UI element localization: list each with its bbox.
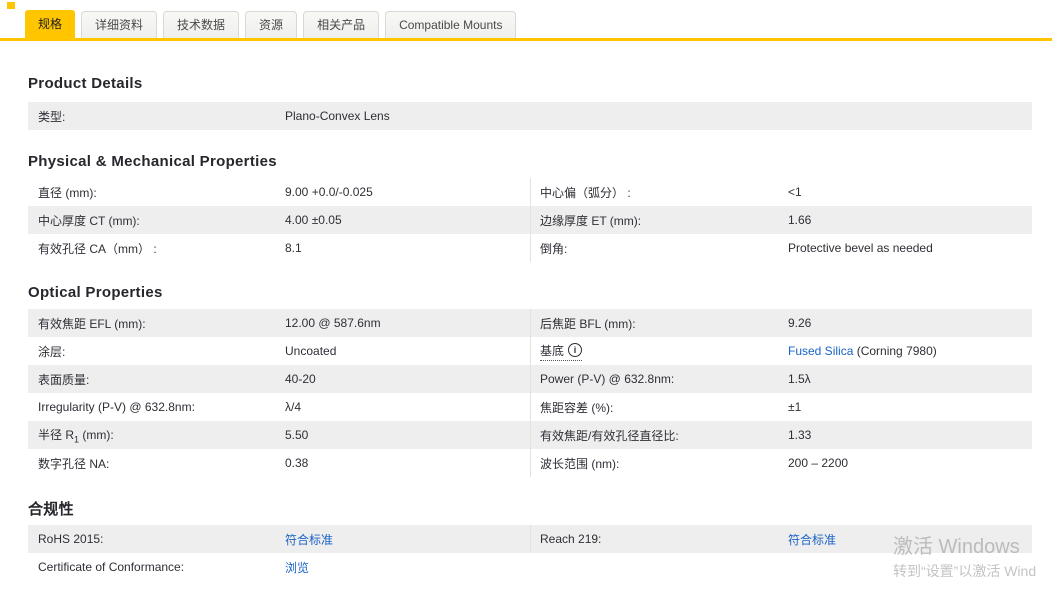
spec-value: 4.00 ±0.05 xyxy=(285,213,342,227)
spec-value: 8.1 xyxy=(285,241,302,255)
tab-related-products[interactable]: 相关产品 xyxy=(303,11,380,38)
spec-label: 数字孔径 NA: xyxy=(38,456,110,471)
physical-left-column: 直径 (mm): 9.00 +0.0/-0.025 中心厚度 CT (mm): … xyxy=(28,178,530,262)
tab-underline xyxy=(0,38,1052,41)
spec-row-power: Power (P-V) @ 632.8nm: 1.5λ xyxy=(530,365,1032,393)
spec-value: 符合标准 xyxy=(788,531,836,548)
spec-label: 中心厚度 CT (mm): xyxy=(38,213,140,228)
spec-row-substrate: 基底 i Fused Silica (Corning 7980) xyxy=(530,337,1032,365)
spec-row-coating: 涂层: Uncoated xyxy=(28,337,530,365)
optical-left-column: 有效焦距 EFL (mm): 12.00 @ 587.6nm 涂层: Uncoa… xyxy=(28,309,530,477)
spec-value: λ/4 xyxy=(285,400,302,414)
spec-value: Plano-Convex Lens xyxy=(285,109,390,123)
substrate-tooltip-trigger[interactable]: 基底 i xyxy=(540,342,583,361)
spec-row-wavelength-range: 波长范围 (nm): 200 – 2200 xyxy=(530,449,1032,477)
certificate-view-link[interactable]: 浏览 xyxy=(285,561,309,575)
spec-row-surface-quality: 表面质量: 40-20 xyxy=(28,365,530,393)
spec-label: 焦距容差 (%): xyxy=(540,400,614,415)
spec-row-rohs: RoHS 2015: 符合标准 xyxy=(28,525,530,553)
physical-table: 直径 (mm): 9.00 +0.0/-0.025 中心厚度 CT (mm): … xyxy=(28,178,1032,262)
optical-right-column: 后焦距 BFL (mm): 9.26 基底 i Fused Silica (Cor… xyxy=(530,309,1032,477)
section-heading-compliance: 合规性 xyxy=(28,501,74,518)
spec-row-clear-aperture: 有效孔径 CA（mm） : 8.1 xyxy=(28,234,530,262)
spec-row-bfl: 后焦距 BFL (mm): 9.26 xyxy=(530,309,1032,337)
spec-row-focal-tolerance: 焦距容差 (%): ±1 xyxy=(530,393,1032,421)
tab-list: 规格 详细资料 技术数据 资源 相关产品 Compatible Mounts xyxy=(25,10,1052,38)
spec-label: 类型: xyxy=(38,109,66,124)
rohs-compliant-link[interactable]: 符合标准 xyxy=(285,533,333,547)
spec-label: Reach 219: xyxy=(540,532,602,546)
spec-row-type: 类型: Plano-Convex Lens xyxy=(28,102,1032,130)
spec-label: 半径 R1 (mm): xyxy=(38,427,114,445)
spec-row-diameter: 直径 (mm): 9.00 +0.0/-0.025 xyxy=(28,178,530,206)
spec-label: Irregularity (P-V) @ 632.8nm: xyxy=(38,400,195,414)
spec-label: Power (P-V) @ 632.8nm: xyxy=(540,372,675,386)
watermark-line1: 激活 Windows xyxy=(893,536,1020,558)
spec-value: 40-20 xyxy=(285,372,316,386)
spec-row-edge-thickness: 边缘厚度 ET (mm): 1.66 xyxy=(530,206,1032,234)
compliance-left-column: RoHS 2015: 符合标准 Certificate of Conforman… xyxy=(28,525,530,581)
tab-bar: 规格 详细资料 技术数据 资源 相关产品 Compatible Mounts xyxy=(0,0,1052,41)
spec-value: 浏览 xyxy=(285,559,309,576)
spec-value: 1.66 xyxy=(788,213,812,227)
spec-row-certificate: Certificate of Conformance: 浏览 xyxy=(28,553,530,581)
spec-value: 0.38 xyxy=(285,456,309,470)
spec-value: 5.50 xyxy=(285,428,309,442)
spec-value: 12.00 @ 587.6nm xyxy=(285,316,381,330)
spec-row-numerical-aperture: 数字孔径 NA: 0.38 xyxy=(28,449,530,477)
spec-label: 基底 i xyxy=(540,342,788,361)
spec-value: 9.26 xyxy=(788,316,812,330)
spec-label: 波长范围 (nm): xyxy=(540,456,620,471)
section-heading-physical: Physical & Mechanical Properties xyxy=(28,153,277,170)
spec-value: 9.00 +0.0/-0.025 xyxy=(285,185,373,199)
spec-value: Fused Silica (Corning 7980) xyxy=(788,344,937,358)
spec-label: 倒角: xyxy=(540,241,568,256)
spec-value: <1 xyxy=(788,185,802,199)
spec-row-center-thickness: 中心厚度 CT (mm): 4.00 ±0.05 xyxy=(28,206,530,234)
tab-resources[interactable]: 资源 xyxy=(245,11,298,38)
spec-label: Certificate of Conformance: xyxy=(38,560,185,574)
reach-compliant-link[interactable]: 符合标准 xyxy=(788,533,836,547)
spec-content: Product Details 类型: Plano-Convex Lens Ph… xyxy=(28,0,1032,581)
spec-label: 中心偏（弧分） : xyxy=(540,185,631,200)
section-heading-product-details: Product Details xyxy=(28,75,143,92)
spec-value: Uncoated xyxy=(285,344,337,358)
spec-label: 涂层: xyxy=(38,344,66,359)
compliance-table: RoHS 2015: 符合标准 Certificate of Conforman… xyxy=(28,525,1032,581)
spec-label: 边缘厚度 ET (mm): xyxy=(540,213,642,228)
spec-value: 1.33 xyxy=(788,428,812,442)
windows-activation-watermark: 激活 Windows 转到“设置”以激活 Wind xyxy=(893,535,1036,581)
spec-value: 200 – 2200 xyxy=(788,456,849,470)
tab-technical-data[interactable]: 技术数据 xyxy=(163,11,240,38)
spec-value: 1.5λ xyxy=(788,372,811,386)
spec-row-centration: 中心偏（弧分） : <1 xyxy=(530,178,1032,206)
spec-label: 后焦距 BFL (mm): xyxy=(540,316,636,331)
spec-row-bevel: 倒角: Protective bevel as needed xyxy=(530,234,1032,262)
spec-value: Protective bevel as needed xyxy=(788,241,933,255)
spec-label: 直径 (mm): xyxy=(38,185,97,200)
spec-row-f-number: 有效焦距/有效孔径直径比: 1.33 xyxy=(530,421,1032,449)
spec-value: ±1 xyxy=(788,400,802,414)
spec-label: 有效孔径 CA（mm） : xyxy=(38,241,157,256)
tab-details[interactable]: 详细资料 xyxy=(81,11,158,38)
spec-label: RoHS 2015: xyxy=(38,532,104,546)
section-heading-optical: Optical Properties xyxy=(28,284,163,301)
spec-value: 符合标准 xyxy=(285,531,333,548)
optical-table: 有效焦距 EFL (mm): 12.00 @ 587.6nm 涂层: Uncoa… xyxy=(28,309,1032,477)
spec-label: 有效焦距/有效孔径直径比: xyxy=(540,428,679,443)
tab-specs[interactable]: 规格 xyxy=(25,10,76,38)
physical-right-column: 中心偏（弧分） : <1 边缘厚度 ET (mm): 1.66 倒角: Prot… xyxy=(530,178,1032,262)
spec-label: 有效焦距 EFL (mm): xyxy=(38,316,146,331)
spec-row-radius-r1: 半径 R1 (mm): 5.50 xyxy=(28,421,530,449)
spec-row-efl: 有效焦距 EFL (mm): 12.00 @ 587.6nm xyxy=(28,309,530,337)
info-icon[interactable]: i xyxy=(568,343,583,357)
spec-label: 表面质量: xyxy=(38,372,90,387)
spec-row-irregularity: Irregularity (P-V) @ 632.8nm: λ/4 xyxy=(28,393,530,421)
substrate-link[interactable]: Fused Silica xyxy=(788,344,853,358)
watermark-line2: 转到“设置”以激活 Wind xyxy=(893,563,1037,579)
product-spec-page: 规格 详细资料 技术数据 资源 相关产品 Compatible Mounts P… xyxy=(0,0,1052,590)
tab-compatible-mounts[interactable]: Compatible Mounts xyxy=(385,11,517,38)
